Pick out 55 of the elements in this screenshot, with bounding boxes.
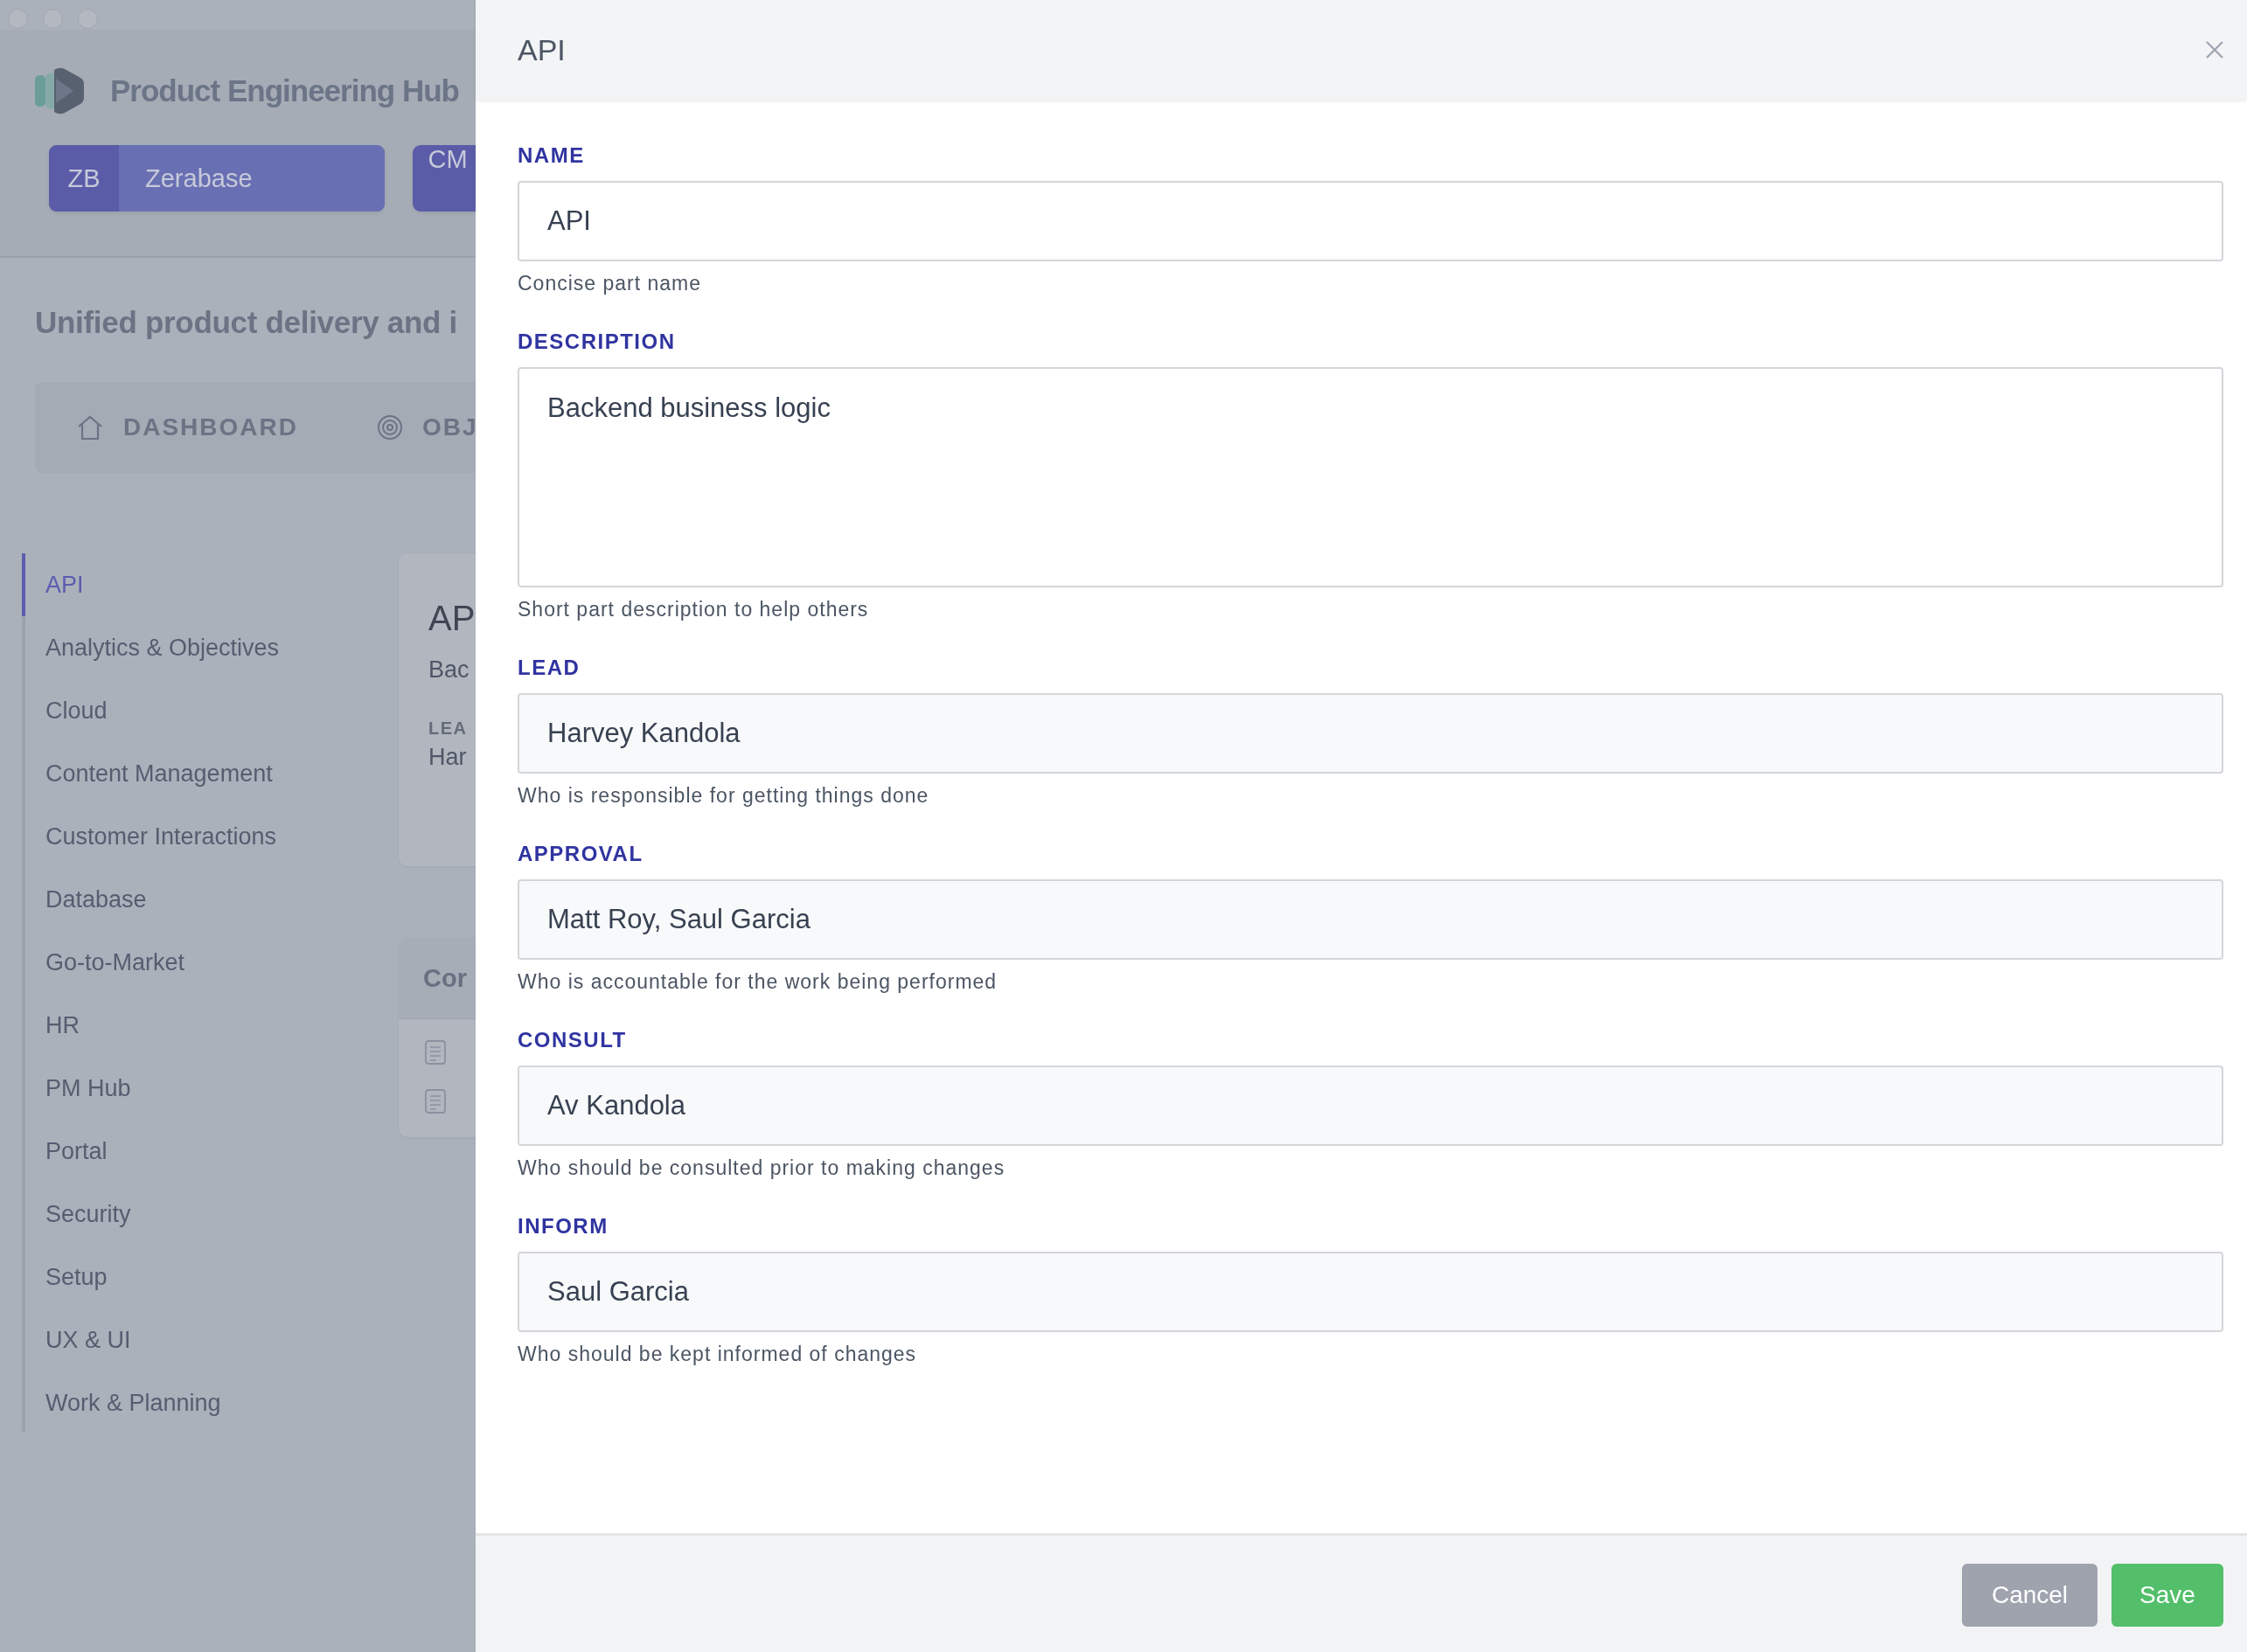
target-icon bbox=[377, 414, 403, 441]
close-icon bbox=[2205, 40, 2224, 59]
field-label: DESCRIPTION bbox=[518, 330, 677, 354]
help-text: Who should be consulted prior to making changes bbox=[518, 1156, 1006, 1180]
workspace-button[interactable]: CM bbox=[413, 145, 476, 212]
field-label: APPROVAL bbox=[518, 842, 644, 866]
home-icon bbox=[76, 414, 104, 441]
people-picker-field[interactable]: Saul Garcia bbox=[518, 1252, 2223, 1332]
sidebar-item[interactable]: Database bbox=[22, 868, 375, 931]
logo-icon bbox=[35, 66, 84, 115]
field-label: NAME bbox=[518, 143, 586, 168]
document-icon bbox=[425, 1040, 446, 1065]
save-button[interactable]: Save bbox=[2111, 1564, 2223, 1627]
sidebar-item[interactable]: HR bbox=[22, 994, 375, 1057]
sidebar-item[interactable]: API bbox=[22, 553, 375, 616]
sidebar-item[interactable]: UX & UI bbox=[22, 1308, 375, 1371]
help-text: Who is responsible for getting things done bbox=[518, 784, 930, 808]
sidebar-item[interactable]: Go-to-Market bbox=[22, 931, 375, 994]
field-label: CONSULT bbox=[518, 1028, 628, 1052]
cancel-button[interactable]: Cancel bbox=[1962, 1564, 2097, 1627]
sidebar-item[interactable]: Analytics & Objectives bbox=[22, 616, 375, 679]
sidebar-item[interactable]: Security bbox=[22, 1183, 375, 1246]
sidebar-item[interactable]: Setup bbox=[22, 1246, 375, 1308]
page-subtitle: Unified product delivery and i bbox=[35, 305, 459, 340]
description-field[interactable]: Backend business logic bbox=[518, 367, 2223, 587]
input-field[interactable]: API bbox=[518, 181, 2223, 261]
app-title: Product Engineering Hub bbox=[110, 73, 459, 108]
card-title: Cor bbox=[423, 963, 467, 993]
sidebar-item[interactable]: PM Hub bbox=[22, 1057, 375, 1120]
field-label: LEA bbox=[428, 718, 469, 739]
help-text: Short part description to help others bbox=[518, 598, 870, 621]
card-description: Bac bbox=[428, 656, 470, 684]
people-picker-field[interactable]: Matt Roy, Saul Garcia bbox=[518, 879, 2223, 960]
document-icon bbox=[425, 1089, 446, 1114]
people-picker-field[interactable]: Av Kandola bbox=[518, 1065, 2223, 1146]
sidebar-item[interactable]: Customer Interactions bbox=[22, 805, 375, 868]
sidebar-item[interactable]: Work & Planning bbox=[22, 1371, 375, 1434]
workspace-name: Zerabase bbox=[119, 145, 385, 212]
nav-tab[interactable]: OBJ bbox=[377, 413, 476, 441]
sidebar-item[interactable]: Cloud bbox=[22, 679, 375, 742]
drawer-title: API bbox=[518, 32, 566, 67]
field-label: LEAD bbox=[518, 656, 581, 680]
workspace-initials: ZB bbox=[49, 145, 119, 212]
field-value: Har bbox=[428, 744, 468, 771]
field-label: INFORM bbox=[518, 1214, 609, 1239]
people-picker-field[interactable]: Harvey Kandola bbox=[518, 693, 2223, 774]
workspace-button[interactable]: ZB Zerabase bbox=[49, 145, 385, 212]
help-text: Who should be kept informed of changes bbox=[518, 1343, 918, 1366]
help-text: Concise part name bbox=[518, 272, 703, 295]
nav-tab[interactable]: DASHBOARD bbox=[76, 413, 298, 441]
help-text: Who is accountable for the work being performed bbox=[518, 970, 998, 994]
sidebar-item[interactable]: Portal bbox=[22, 1120, 375, 1183]
sidebar-item[interactable]: Content Management bbox=[22, 742, 375, 805]
card-title: AP bbox=[428, 598, 476, 639]
close-button[interactable] bbox=[2205, 40, 2224, 59]
